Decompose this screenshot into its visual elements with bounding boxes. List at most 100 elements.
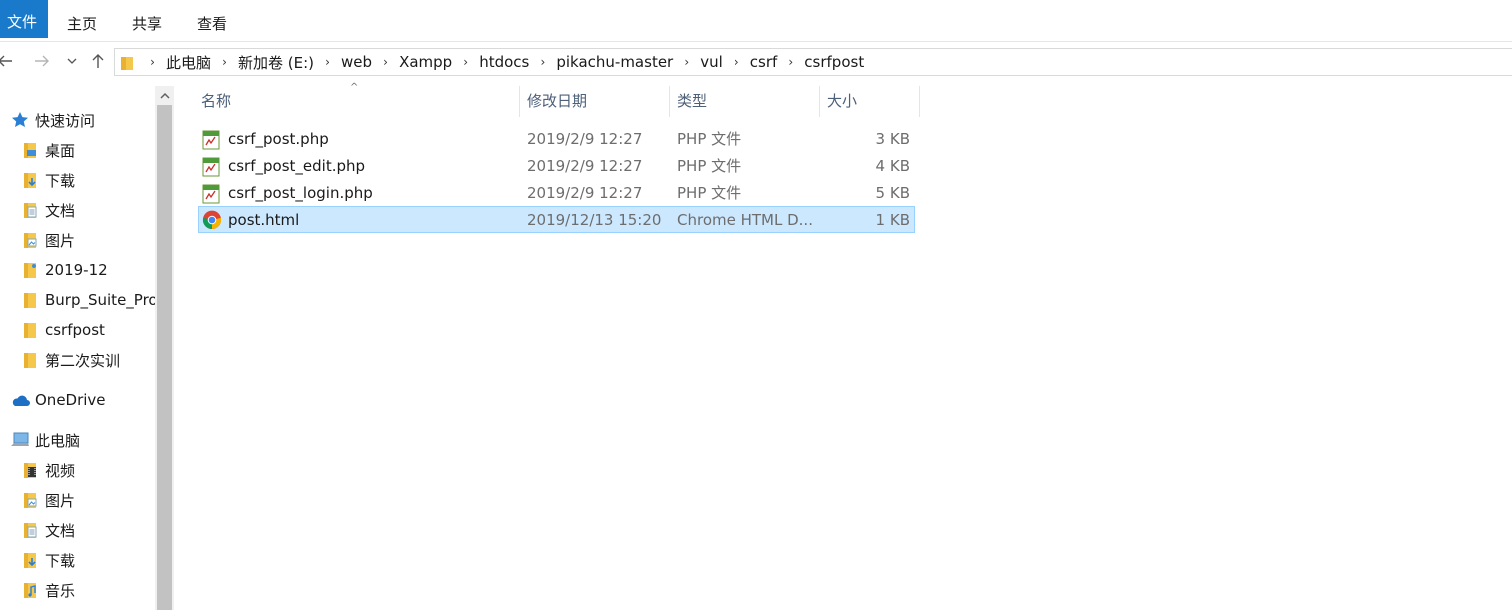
up-button[interactable] <box>87 50 109 72</box>
folder-icon <box>20 320 40 340</box>
sidebar-item-onedrive[interactable]: OneDrive <box>10 385 155 415</box>
sidebar-item-label: 桌面 <box>45 141 76 160</box>
breadcrumb-separator-icon[interactable]: › <box>318 55 337 69</box>
breadcrumb-csrfpost[interactable]: csrfpost <box>800 53 868 71</box>
sidebar-item-label: 文档 <box>45 201 76 220</box>
breadcrumb-web[interactable]: web <box>337 53 376 71</box>
sidebar-item-downloads[interactable]: 下载 <box>20 165 155 195</box>
sidebar-item-label: 音乐 <box>45 581 76 600</box>
sidebar-item-this-pc[interactable]: 此电脑 <box>10 425 155 455</box>
breadcrumb-separator-icon[interactable]: › <box>215 55 234 69</box>
file-name: csrf_post_login.php <box>228 184 373 202</box>
sidebar-item-music[interactable]: 音乐 <box>20 575 155 605</box>
column-header-size[interactable]: 大小 <box>820 86 920 117</box>
file-type: PHP 文件 <box>677 157 742 175</box>
breadcrumb: › 此电脑 › 新加卷 (E:) › web › Xampp › htdocs … <box>143 49 868 75</box>
file-name: csrf_post.php <box>228 130 329 148</box>
sidebar-item-second-training[interactable]: 第二次实训 <box>20 345 155 375</box>
videos-folder-icon <box>20 460 40 480</box>
breadcrumb-vul[interactable]: vul <box>696 53 727 71</box>
sidebar-item-pc-pictures[interactable]: 图片 <box>20 485 155 515</box>
documents-folder-icon <box>20 520 40 540</box>
breadcrumb-separator-icon[interactable]: › <box>376 55 395 69</box>
tab-view[interactable]: 查看 <box>197 4 227 40</box>
breadcrumb-csrf[interactable]: csrf <box>746 53 782 71</box>
file-tab[interactable]: 文件 <box>0 0 48 38</box>
desktop-folder-icon <box>20 140 40 160</box>
file-row[interactable]: csrf_post_edit.php 2019/2/9 12:27 PHP 文件… <box>198 153 915 180</box>
file-name: csrf_post_edit.php <box>228 157 366 175</box>
breadcrumb-separator-icon[interactable]: › <box>143 55 162 69</box>
back-button[interactable] <box>0 50 16 72</box>
breadcrumb-pikachu-master[interactable]: pikachu-master <box>552 53 677 71</box>
file-date: 2019/2/9 12:27 <box>527 130 643 148</box>
sidebar-item-label: 2019-12 <box>45 261 108 279</box>
sidebar-item-pictures[interactable]: 图片 <box>20 225 155 255</box>
pictures-folder-icon <box>20 490 40 510</box>
file-name: post.html <box>228 211 300 229</box>
sidebar-item-videos[interactable]: 视频 <box>20 455 155 485</box>
sidebar-item-label: csrfpost <box>45 321 105 339</box>
sidebar-item-csrfpost[interactable]: csrfpost <box>20 315 155 345</box>
file-date: 2019/12/13 15:20 <box>527 211 662 229</box>
recent-locations-button[interactable] <box>61 50 83 72</box>
file-row[interactable]: csrf_post_login.php 2019/2/9 12:27 PHP 文… <box>198 180 915 207</box>
column-header-type[interactable]: 类型 <box>670 86 820 117</box>
tab-share[interactable]: 共享 <box>132 4 162 40</box>
scroll-up-button[interactable] <box>155 86 174 105</box>
sidebar-item-documents[interactable]: 文档 <box>20 195 155 225</box>
file-type: PHP 文件 <box>677 130 742 148</box>
scroll-thumb[interactable] <box>157 105 172 610</box>
file-date: 2019/2/9 12:27 <box>527 184 643 202</box>
cloud-icon <box>10 390 30 410</box>
column-header-date-modified[interactable]: 修改日期 <box>520 86 670 117</box>
breadcrumb-this-pc[interactable]: 此电脑 <box>162 52 215 73</box>
breadcrumb-separator-icon[interactable]: › <box>677 55 696 69</box>
breadcrumb-separator-icon[interactable]: › <box>456 55 475 69</box>
address-bar[interactable]: › 此电脑 › 新加卷 (E:) › web › Xampp › htdocs … <box>114 48 1512 76</box>
breadcrumb-drive-e[interactable]: 新加卷 (E:) <box>234 52 318 73</box>
sidebar-item-desktop[interactable]: 桌面 <box>20 135 155 165</box>
tab-home[interactable]: 主页 <box>67 4 97 40</box>
sidebar-item-2019-12[interactable]: 2019-12 <box>20 255 155 285</box>
star-icon <box>10 110 30 130</box>
sidebar-item-pc-downloads[interactable]: 下载 <box>20 545 155 575</box>
computer-icon <box>10 430 30 450</box>
navigation-pane-scrollbar[interactable] <box>155 86 174 610</box>
folder-icon <box>120 55 134 75</box>
file-row-selected[interactable]: post.html 2019/12/13 15:20 Chrome HTML D… <box>198 206 915 233</box>
forward-arrow-icon <box>35 55 49 67</box>
sidebar-item-label: 视频 <box>45 461 76 480</box>
navigation-pane: 快速访问 桌面 下载 文档 图片 2019-12 Burp_Suite_Pro … <box>0 86 155 610</box>
pictures-folder-icon <box>20 230 40 250</box>
forward-button[interactable] <box>31 50 53 72</box>
file-row[interactable]: csrf_post.php 2019/2/9 12:27 PHP 文件 3 KB <box>198 126 915 153</box>
sidebar-item-label: OneDrive <box>35 391 106 409</box>
sidebar-item-label: Burp_Suite_Pro <box>45 291 155 309</box>
sidebar-item-label: 图片 <box>45 231 76 250</box>
sidebar-item-pc-documents[interactable]: 文档 <box>20 515 155 545</box>
sidebar-item-label: 文档 <box>45 521 76 540</box>
file-size: 4 KB <box>875 157 910 175</box>
breadcrumb-separator-icon[interactable]: › <box>781 55 800 69</box>
breadcrumb-separator-icon[interactable]: › <box>727 55 746 69</box>
php-file-icon <box>202 157 222 177</box>
breadcrumb-htdocs[interactable]: htdocs <box>475 53 533 71</box>
sidebar-item-label: 第二次实训 <box>45 351 121 370</box>
sidebar-item-label: 图片 <box>45 491 76 510</box>
php-file-icon <box>202 184 222 204</box>
breadcrumb-xampp[interactable]: Xampp <box>395 53 456 71</box>
sidebar-item-label: 下载 <box>45 551 76 570</box>
sidebar-item-burp-suite-pro[interactable]: Burp_Suite_Pro <box>20 285 155 315</box>
sidebar-item-label: 快速访问 <box>35 111 96 130</box>
navigation-bar: › 此电脑 › 新加卷 (E:) › web › Xampp › htdocs … <box>0 44 1512 78</box>
back-arrow-icon <box>0 55 12 67</box>
column-header-name[interactable]: 名称 <box>194 86 520 117</box>
downloads-folder-icon <box>20 170 40 190</box>
sidebar-item-label: 此电脑 <box>35 431 81 450</box>
sidebar-item-quick-access[interactable]: 快速访问 <box>10 105 155 135</box>
folder-icon <box>20 290 40 310</box>
file-type: Chrome HTML D... <box>677 211 813 229</box>
ribbon: 文件 主页 共享 查看 <box>0 0 1512 42</box>
breadcrumb-separator-icon[interactable]: › <box>533 55 552 69</box>
